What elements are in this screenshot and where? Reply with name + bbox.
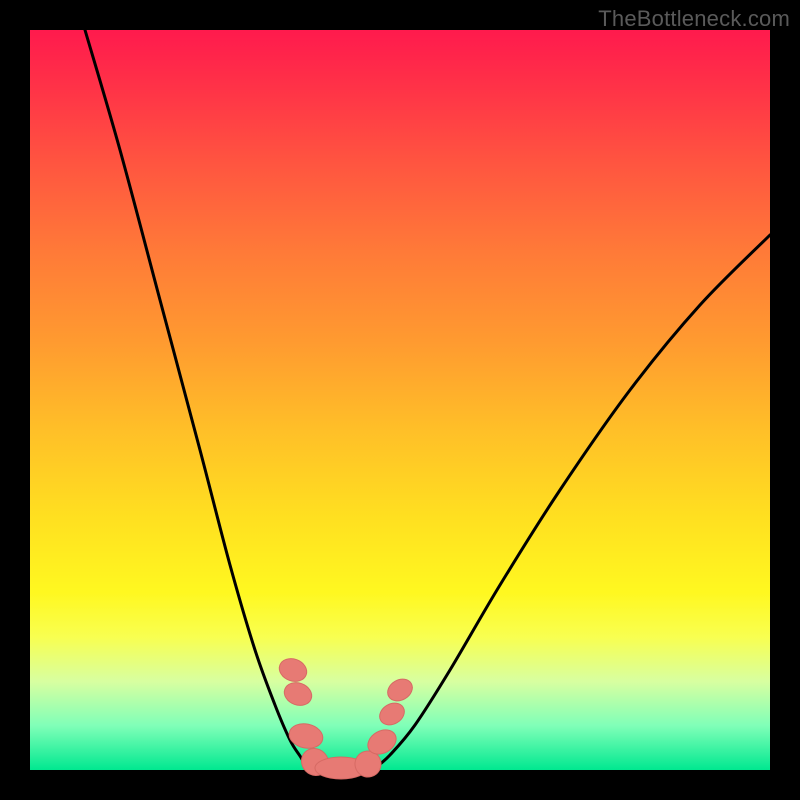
right-marker bbox=[384, 675, 417, 705]
left-marker bbox=[281, 679, 315, 709]
bottleneck-curve bbox=[85, 30, 770, 770]
curve-markers bbox=[276, 655, 416, 782]
right-marker bbox=[376, 699, 409, 729]
left-marker bbox=[276, 655, 310, 685]
watermark-text: TheBottleneck.com bbox=[598, 6, 790, 32]
plot-area bbox=[30, 30, 770, 770]
chart-frame: TheBottleneck.com bbox=[0, 0, 800, 800]
chart-svg bbox=[30, 30, 770, 770]
bottleneck-curve-path bbox=[85, 30, 770, 770]
